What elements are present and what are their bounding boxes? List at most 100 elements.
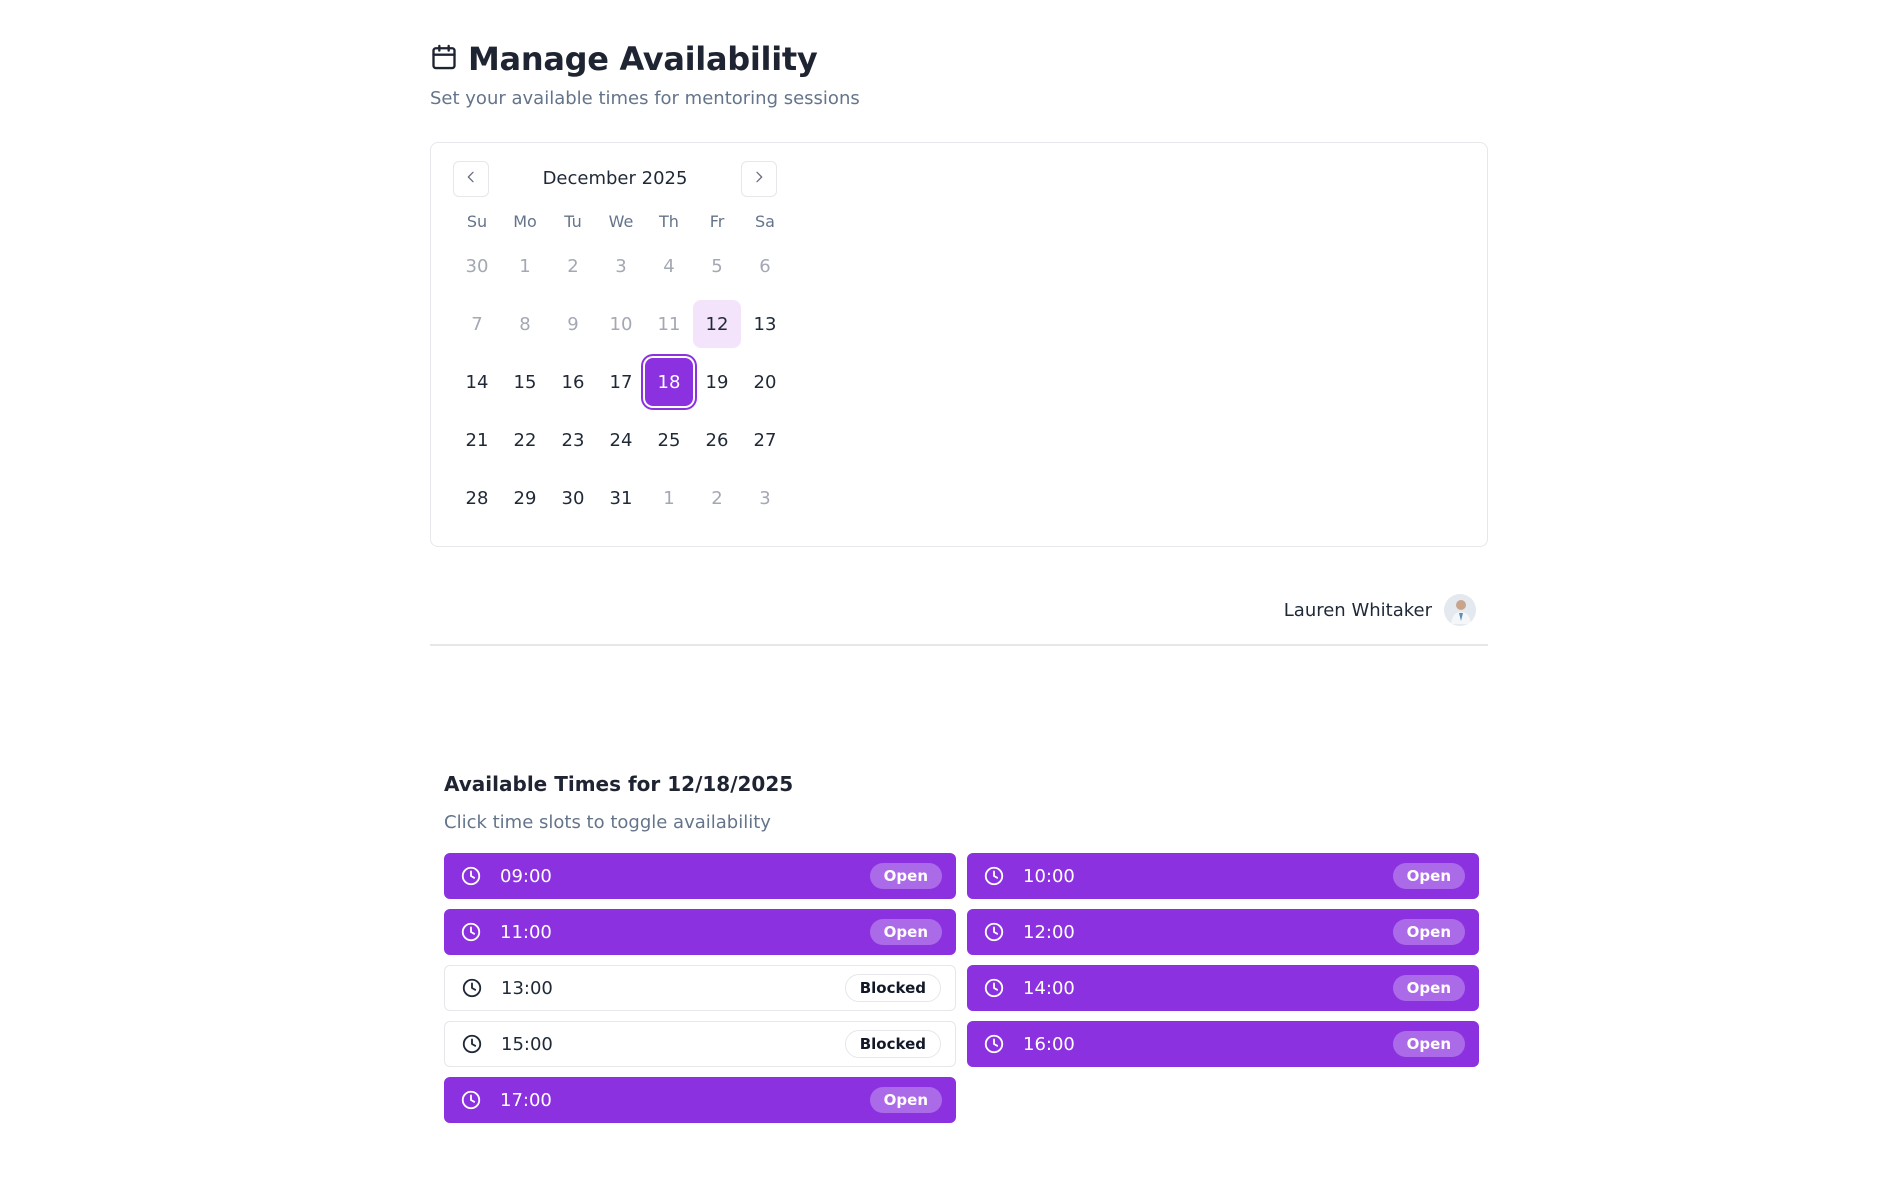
calendar-day: 11 <box>657 313 681 335</box>
time-slots-title: Available Times for 12/18/2025 <box>444 772 794 796</box>
calendar-day: 7 <box>471 313 483 335</box>
calendar-header: December 2025 <box>453 161 777 197</box>
calendar-day: 3 <box>759 487 771 509</box>
time-slot-1400[interactable]: 14:00 Open <box>967 965 1479 1011</box>
section-divider <box>430 644 1488 646</box>
calendar-day: 1 <box>663 487 675 509</box>
status-badge: Open <box>1392 919 1465 945</box>
calendar-day[interactable]: 17 <box>597 358 645 406</box>
page-header: Manage Availability Set your available t… <box>430 40 860 109</box>
calendar-week-row: 14 15 16 17 18 19 20 <box>453 353 789 411</box>
avatar[interactable] <box>1444 594 1476 626</box>
clock-icon <box>983 921 1005 943</box>
calendar-day: 6 <box>759 255 771 277</box>
page-subtitle: Set your available times for mentoring s… <box>430 88 860 109</box>
time-slots-grid: 09:00 Open 10:00 Open 11:00 Open 12:00 Open 13:0… <box>444 853 1480 1123</box>
calendar-day[interactable]: 21 <box>453 416 501 464</box>
time-slot-label: 09:00 <box>500 865 552 887</box>
calendar-day[interactable]: 15 <box>501 358 549 406</box>
calendar-day-selected[interactable]: 18 <box>645 358 693 406</box>
clock-icon <box>983 1033 1005 1055</box>
weekday-label: We <box>608 212 634 231</box>
clock-icon <box>460 865 482 887</box>
time-slots-section: Available Times for 12/18/2025 Click tim… <box>444 772 1480 1123</box>
status-badge: Open <box>1392 863 1465 889</box>
status-badge: Open <box>869 919 942 945</box>
time-slot-label: 10:00 <box>1023 865 1075 887</box>
month-label: December 2025 <box>542 168 688 189</box>
calendar-day[interactable]: 30 <box>549 474 597 522</box>
time-slot-1700[interactable]: 17:00 Open <box>444 1077 956 1123</box>
calendar-day[interactable]: 16 <box>549 358 597 406</box>
calendar-day[interactable]: 28 <box>453 474 501 522</box>
weekday-label: Su <box>466 212 488 231</box>
calendar-day: 2 <box>567 255 579 277</box>
clock-icon <box>461 1033 483 1055</box>
time-slot-label: 17:00 <box>500 1089 552 1111</box>
status-badge: Open <box>869 863 942 889</box>
calendar-day[interactable]: 29 <box>501 474 549 522</box>
time-slot-label: 16:00 <box>1023 1033 1075 1055</box>
weekday-label: Th <box>659 212 679 231</box>
calendar-day[interactable]: 14 <box>453 358 501 406</box>
user-info: Lauren Whitaker <box>430 590 1488 630</box>
chevron-left-icon <box>463 169 479 189</box>
calendar-week-row: 21 22 23 24 25 26 27 <box>453 411 789 469</box>
clock-icon <box>461 977 483 999</box>
calendar-week-row: 28 29 30 31 1 2 3 <box>453 469 789 527</box>
time-slot-1000[interactable]: 10:00 Open <box>967 853 1479 899</box>
user-name: Lauren Whitaker <box>1283 599 1432 621</box>
title-row: Manage Availability <box>430 40 860 78</box>
page-title: Manage Availability <box>468 40 818 78</box>
calendar-week-row: 7 8 9 10 11 12 13 <box>453 295 789 353</box>
calendar-day: 2 <box>711 487 723 509</box>
clock-icon <box>983 977 1005 999</box>
status-badge: Blocked <box>844 974 941 1002</box>
status-badge: Blocked <box>844 1030 941 1058</box>
calendar-day[interactable]: 27 <box>741 416 789 464</box>
calendar-day[interactable]: 22 <box>501 416 549 464</box>
calendar-day: 5 <box>711 255 723 277</box>
time-slots-subtitle: Click time slots to toggle availability <box>444 812 771 833</box>
weekday-header-row: Su Mo Tu We Th Fr Sa <box>453 207 789 237</box>
clock-icon <box>983 865 1005 887</box>
calendar-day[interactable]: 23 <box>549 416 597 464</box>
calendar-week-row: 30 1 2 3 4 5 6 <box>453 237 789 295</box>
time-slot-label: 11:00 <box>500 921 552 943</box>
status-badge: Open <box>869 1087 942 1113</box>
calendar-day-today[interactable]: 12 <box>693 300 741 348</box>
previous-month-button[interactable] <box>453 161 489 197</box>
calendar-day[interactable]: 19 <box>693 358 741 406</box>
weekday-label: Mo <box>513 212 537 231</box>
calendar-day[interactable]: 31 <box>597 474 645 522</box>
time-slot-0900[interactable]: 09:00 Open <box>444 853 956 899</box>
time-slot-1200[interactable]: 12:00 Open <box>967 909 1479 955</box>
time-slot-label: 15:00 <box>501 1033 553 1055</box>
calendar-day: 9 <box>567 313 579 335</box>
clock-icon <box>460 921 482 943</box>
calendar-day[interactable]: 26 <box>693 416 741 464</box>
time-slot-label: 14:00 <box>1023 977 1075 999</box>
calendar-day[interactable]: 25 <box>645 416 693 464</box>
calendar-day: 30 <box>465 255 489 277</box>
time-slot-1300[interactable]: 13:00 Blocked <box>444 965 956 1011</box>
calendar-day: 3 <box>615 255 627 277</box>
weekday-label: Tu <box>564 212 582 231</box>
time-slot-1500[interactable]: 15:00 Blocked <box>444 1021 956 1067</box>
calendar-day: 1 <box>519 255 531 277</box>
calendar-day[interactable]: 13 <box>741 300 789 348</box>
time-slot-1100[interactable]: 11:00 Open <box>444 909 956 955</box>
calendar-day: 4 <box>663 255 675 277</box>
calendar-day: 8 <box>519 313 531 335</box>
weekday-label: Sa <box>755 212 775 231</box>
time-slot-label: 13:00 <box>501 977 553 999</box>
status-badge: Open <box>1392 975 1465 1001</box>
next-month-button[interactable] <box>741 161 777 197</box>
calendar-day[interactable]: 20 <box>741 358 789 406</box>
time-slot-label: 12:00 <box>1023 921 1075 943</box>
calendar-card: December 2025 Su Mo Tu We Th Fr Sa 30 1 2 3 4 5 6 7 8 9… <box>430 142 1488 547</box>
calendar-day: 10 <box>609 313 633 335</box>
weekday-label: Fr <box>709 212 725 231</box>
calendar-day[interactable]: 24 <box>597 416 645 464</box>
time-slot-1600[interactable]: 16:00 Open <box>967 1021 1479 1067</box>
